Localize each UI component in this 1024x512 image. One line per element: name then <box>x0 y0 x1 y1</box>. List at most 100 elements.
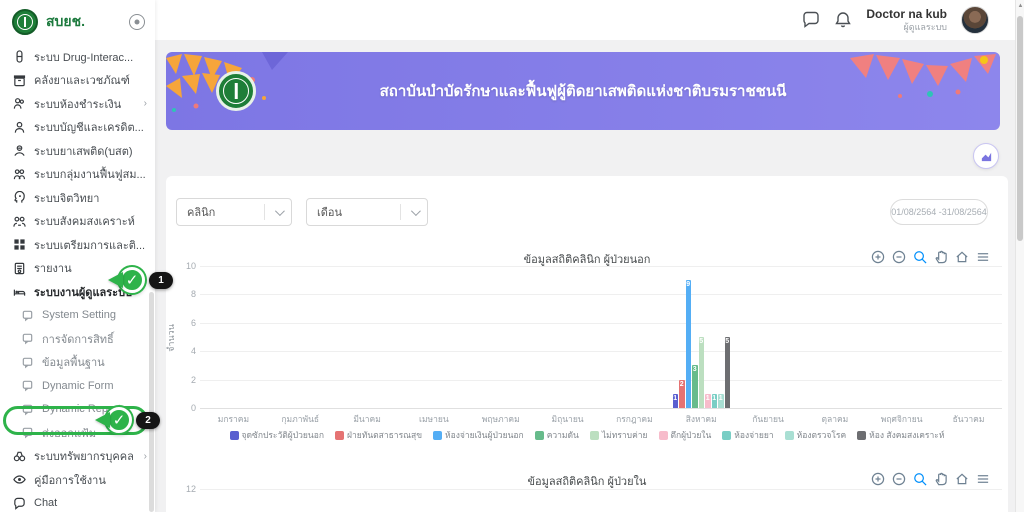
sidebar-item-0[interactable]: ระบบ Drug-Interac... <box>0 45 155 69</box>
y-tick-label: 4 <box>190 346 196 357</box>
home-icon[interactable] <box>955 250 969 264</box>
sidebar-item-7[interactable]: ระบบสังคมสงเคราะห์ <box>0 210 155 234</box>
message-icon[interactable] <box>802 11 820 29</box>
zoom-out-icon[interactable] <box>892 472 906 486</box>
sidebar-item-label: ระบบเตรียมการและติ... <box>34 239 146 252</box>
sidebar-item-6[interactable]: ระบบจิตวิทยา <box>0 186 155 210</box>
scrollbar-up-arrow[interactable]: ▲ <box>1017 3 1024 9</box>
user-avatar[interactable] <box>961 6 989 34</box>
preparation-icon <box>12 238 26 252</box>
home-icon[interactable] <box>955 472 969 486</box>
banner-moph-logo-icon <box>216 71 256 111</box>
sidebar-item-4[interactable]: ระบบยาเสพติด(บสต) <box>0 139 155 163</box>
sidebar-header: สบยช. <box>0 0 155 41</box>
x-tick-label: เมษายน <box>419 414 449 424</box>
bunting-left-decoration <box>166 52 288 112</box>
page-scrollbar[interactable]: ▲ <box>1015 0 1024 512</box>
x-tick-label: กันยายน <box>752 414 784 424</box>
bar-value-label: 5 <box>725 338 730 345</box>
sidebar-collapse-icon[interactable] <box>129 14 145 30</box>
y-tick-label: 8 <box>190 289 196 300</box>
month-select[interactable]: เดือน <box>306 198 428 226</box>
sidebar-item-8[interactable]: ระบบเตรียมการและติ... <box>0 233 155 257</box>
menu-icon[interactable] <box>976 250 990 264</box>
pan-icon[interactable] <box>934 250 948 264</box>
legend-item[interactable]: ตึกผู้ป่วยใน <box>658 428 712 442</box>
topbar: Doctor na kub ผู้ดูแลระบบ <box>155 0 1015 40</box>
pan-icon[interactable] <box>934 472 948 486</box>
sidebar-item-12[interactable]: การจัดการสิทธิ์ <box>0 327 155 351</box>
sidebar-item-label: ระบบกลุ่มงานฟื้นฟูสม... <box>34 169 146 182</box>
chat-square-icon <box>20 355 34 369</box>
zoom-in-icon[interactable] <box>871 472 885 486</box>
sidebar-item-19[interactable]: Chat <box>0 492 155 512</box>
y-tick-label: 2 <box>190 374 196 385</box>
sidebar-item-label: ระบบทรัพยากรบุคคล <box>34 451 134 464</box>
sidebar-scrollbar[interactable] <box>149 292 154 512</box>
bar-ห้องจ่ายเงินผู้ป่วยนอก: 9 <box>685 280 691 408</box>
legend-item[interactable]: ห้อง สังคมสงเคราะห์ <box>857 428 944 442</box>
sidebar-item-label: ระบบห้องชำระเงิน <box>34 98 122 111</box>
legend-swatch <box>722 430 732 440</box>
annotation-step-number: 1 <box>149 271 173 289</box>
legend-item[interactable]: ห้องจ่ายเงินผู้ป่วยนอก <box>433 428 524 442</box>
legend-item[interactable]: จุดซักประวัติผู้ป่วยนอก <box>229 428 324 442</box>
legend-item[interactable]: ความดัน <box>534 428 579 442</box>
legend-item[interactable]: ห้องจ่ายยา <box>722 428 774 442</box>
hr-icon <box>12 449 26 463</box>
legend-item[interactable]: ฝ่ายทันตสาธารณสุข <box>334 428 422 442</box>
sidebar-item-label: ระบบสังคมสงเคราะห์ <box>34 216 135 229</box>
psychology-icon <box>12 191 26 205</box>
x-tick-label: สิงหาคม <box>685 414 717 424</box>
x-tick-label: มกราคม <box>217 414 250 424</box>
sidebar-item-17[interactable]: ระบบทรัพยากรบุคคล › <box>0 445 155 469</box>
chart1-x-axis: มกราคม กุมภาพันธ์ มีนาคม เมษายน พฤษภาคม มิถุน… <box>200 412 1002 426</box>
sidebar-item-label: ระบบบัญชีและเครดิต... <box>34 122 144 135</box>
bar-value-label: 9 <box>686 281 691 289</box>
legend-swatch <box>857 430 867 440</box>
scrollbar-thumb[interactable] <box>1017 16 1023 241</box>
sidebar-item-label: คู่มือการใช้งาน <box>34 474 106 487</box>
bar-ตึกผู้ป่วยใน: 1 <box>705 393 711 408</box>
sidebar-item-2[interactable]: ระบบห้องชำระเงิน › <box>0 92 155 116</box>
selection-zoom-icon[interactable] <box>913 250 927 264</box>
bar-value-label: 1 <box>705 394 710 402</box>
inventory-icon <box>12 73 26 87</box>
sidebar-item-14[interactable]: Dynamic Form <box>0 374 155 398</box>
chart2-y-tick: 12 <box>185 484 196 494</box>
x-tick-label: ธันวาคม <box>952 414 985 424</box>
annotation-arrow-icon <box>95 412 110 428</box>
legend-label: ห้องจ่ายเงินผู้ป่วยนอก <box>445 430 524 440</box>
sidebar-item-1[interactable]: คลังยาและเวชภัณฑ์ <box>0 69 155 93</box>
user-menu[interactable]: Doctor na kub ผู้ดูแลระบบ <box>866 7 947 32</box>
admin-icon <box>12 285 26 299</box>
legend-item[interactable]: ไม่ทราบค่าย <box>589 428 648 442</box>
legend-swatch <box>784 430 794 440</box>
sidebar-item-3[interactable]: ระบบบัญชีและเครดิต... <box>0 116 155 140</box>
sidebar-item-11[interactable]: System Setting <box>0 304 155 328</box>
sidebar-item-label: การจัดการสิทธิ์ <box>42 333 114 346</box>
menu-icon[interactable] <box>976 472 990 486</box>
bar-ห้อง สังคมสงเคราะห์: 5 <box>724 337 730 408</box>
clinic-select[interactable]: คลินิก <box>176 198 292 226</box>
selection-zoom-icon[interactable] <box>913 472 927 486</box>
zoom-in-icon[interactable] <box>871 250 885 264</box>
cashier-icon <box>12 97 26 111</box>
legend-label: ตึกผู้ป่วยใน <box>670 430 712 440</box>
chart-fab-button[interactable] <box>973 143 999 169</box>
bar-ห้องจ่ายยา: 1 <box>711 393 717 408</box>
zoom-out-icon[interactable] <box>892 250 906 264</box>
sidebar-item-13[interactable]: ข้อมูลพื้นฐาน <box>0 351 155 375</box>
chart2-toolbar <box>871 472 990 486</box>
bar-value-label: 2 <box>679 380 684 388</box>
chat-square-icon <box>20 402 34 416</box>
legend-label: ห้องจ่ายยา <box>734 430 774 440</box>
sidebar-item-18[interactable]: คู่มือการใช้งาน <box>0 468 155 492</box>
date-range-input[interactable]: 01/08/2564 -31/08/2564 <box>890 199 988 225</box>
sidebar-item-5[interactable]: ระบบกลุ่มงานฟื้นฟูสม... <box>0 163 155 187</box>
legend-item[interactable]: ห้องตรวจโรค <box>784 428 846 442</box>
notification-bell-icon[interactable] <box>834 11 852 29</box>
chat-square-icon <box>20 332 34 346</box>
sidebar-item-label: ระบบยาเสพติด(บสต) <box>34 145 133 158</box>
sidebar-item-label: คลังยาและเวชภัณฑ์ <box>34 75 130 88</box>
